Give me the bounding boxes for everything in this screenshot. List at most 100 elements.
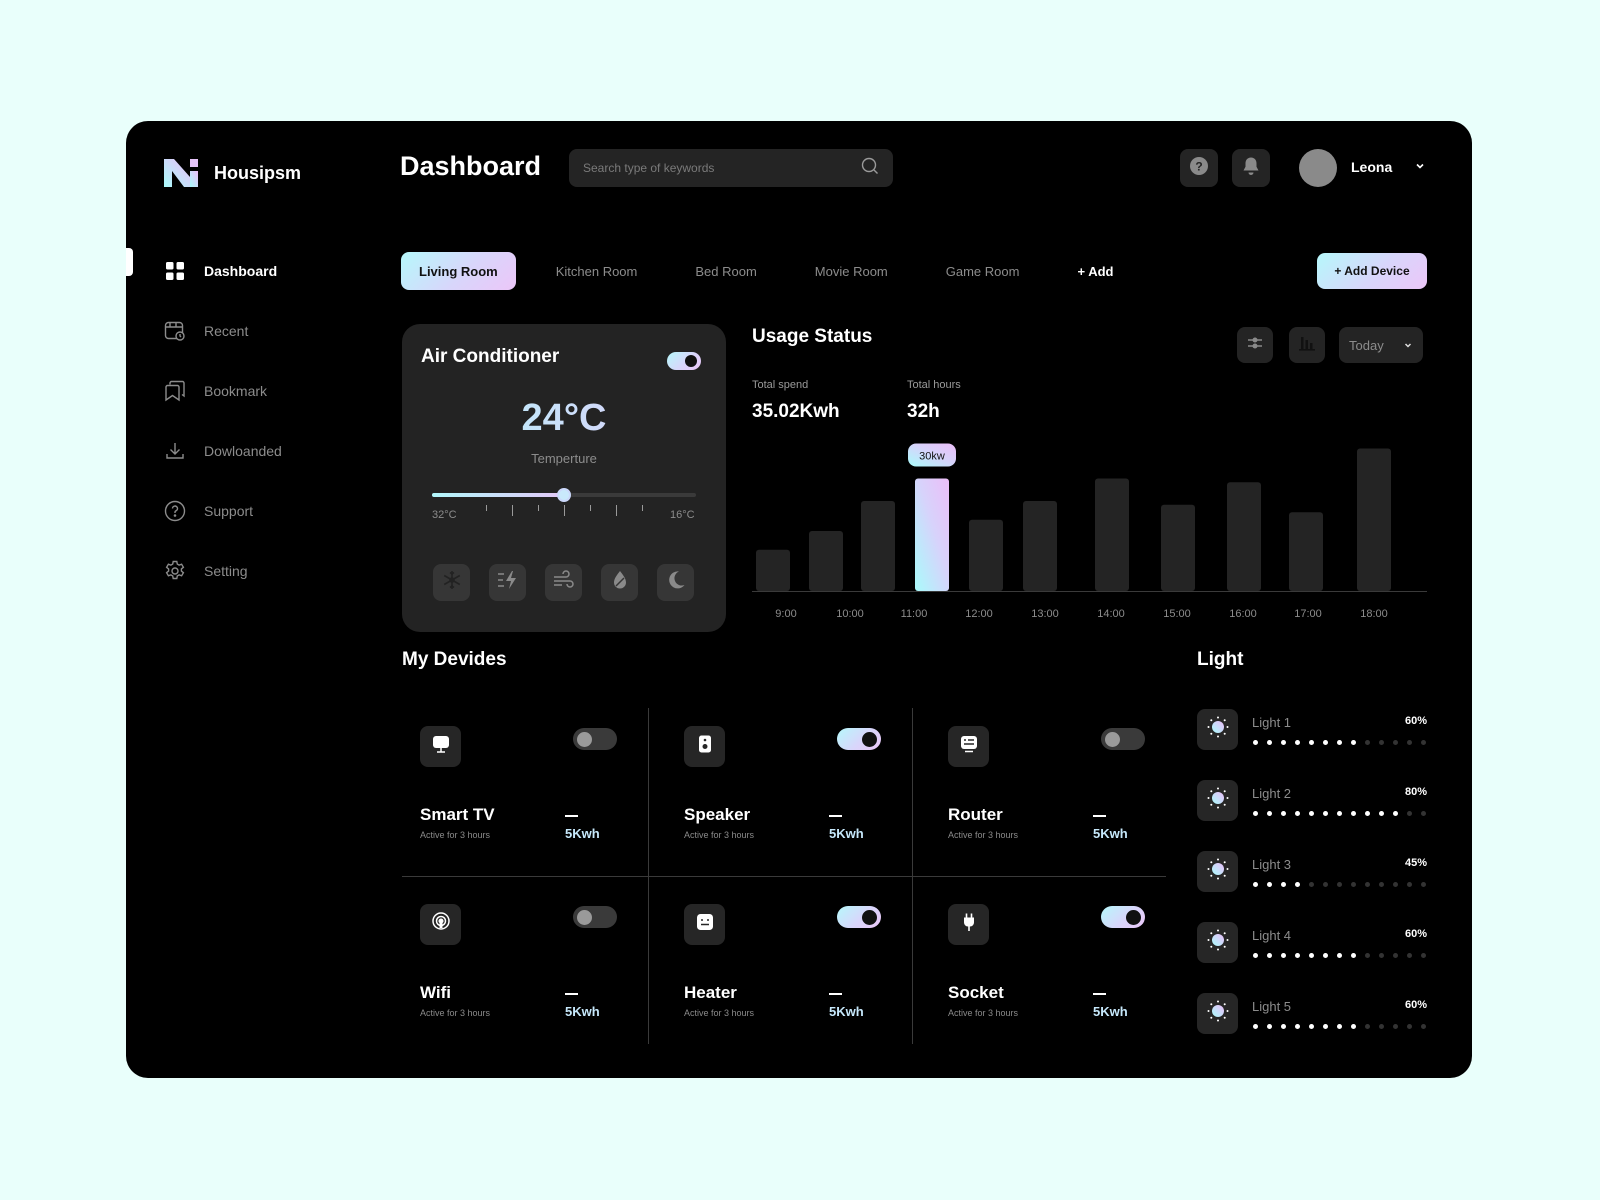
brightness-dot[interactable] [1407,882,1412,887]
brightness-dot[interactable] [1281,811,1286,816]
device-card[interactable]: Smart TV Active for 3 hours 5Kwh [402,708,657,876]
device-power-toggle[interactable] [573,728,617,750]
brightness-dot[interactable] [1267,811,1272,816]
brightness-dot[interactable] [1309,953,1314,958]
mode-fan-button[interactable] [545,564,582,601]
brightness-dot[interactable] [1337,740,1342,745]
bar-highlighted[interactable] [915,478,949,592]
brightness-dot[interactable] [1323,882,1328,887]
brightness-dot[interactable] [1337,882,1342,887]
bar[interactable] [861,501,895,591]
brightness-dot[interactable] [1393,882,1398,887]
brightness-slider[interactable] [1253,740,1426,745]
brightness-slider[interactable] [1253,1024,1426,1029]
bar[interactable] [1095,478,1129,592]
brightness-dot[interactable] [1295,740,1300,745]
sidebar-item-recent[interactable]: Recent [164,301,282,361]
brightness-dot[interactable] [1407,1024,1412,1029]
brightness-dot[interactable] [1379,953,1384,958]
brightness-dot[interactable] [1337,1024,1342,1029]
device-card[interactable]: Wifi Active for 3 hours 5Kwh [402,886,657,1054]
bar[interactable] [756,549,790,591]
bar[interactable] [1161,504,1195,591]
search-icon[interactable] [861,157,879,180]
add-room-button[interactable]: + Add [1059,252,1131,290]
light-toggle-button[interactable] [1197,922,1238,963]
brightness-dot[interactable] [1421,953,1426,958]
device-power-toggle[interactable] [573,906,617,928]
brightness-dot[interactable] [1351,882,1356,887]
sidebar-item-downloaded[interactable]: Dowloanded [164,421,282,481]
brightness-dot[interactable] [1281,882,1286,887]
device-power-toggle[interactable] [1101,906,1145,928]
light-toggle-button[interactable] [1197,851,1238,892]
brightness-dot[interactable] [1379,882,1384,887]
brightness-dot[interactable] [1393,811,1398,816]
device-power-toggle[interactable] [1101,728,1145,750]
brightness-dot[interactable] [1253,1024,1258,1029]
bar[interactable] [969,519,1003,591]
brightness-dot[interactable] [1267,740,1272,745]
brightness-dot[interactable] [1309,882,1314,887]
mode-turbo-button[interactable] [489,564,526,601]
brand[interactable]: Housipsm [164,157,301,189]
mode-cool-button[interactable] [433,564,470,601]
brightness-dot[interactable] [1365,953,1370,958]
brightness-slider[interactable] [1253,811,1426,816]
help-button[interactable]: ? [1180,149,1218,187]
range-select[interactable]: Today [1339,327,1423,363]
brightness-dot[interactable] [1281,953,1286,958]
chevron-down-icon[interactable] [1414,159,1426,177]
brightness-dot[interactable] [1393,740,1398,745]
bar[interactable] [1289,512,1323,591]
light-toggle-button[interactable] [1197,709,1238,750]
brightness-dot[interactable] [1393,953,1398,958]
brightness-dot[interactable] [1393,1024,1398,1029]
brightness-dot[interactable] [1407,953,1412,958]
brightness-dot[interactable] [1253,740,1258,745]
mode-sleep-button[interactable] [657,564,694,601]
light-toggle-button[interactable] [1197,993,1238,1034]
brightness-dot[interactable] [1421,740,1426,745]
brightness-dot[interactable] [1407,740,1412,745]
device-card[interactable]: Heater Active for 3 hours 5Kwh [666,886,921,1054]
device-power-toggle[interactable] [837,728,881,750]
temperature-slider[interactable] [432,488,696,502]
brightness-dot[interactable] [1309,740,1314,745]
brightness-dot[interactable] [1365,882,1370,887]
ac-power-toggle[interactable] [667,352,701,370]
sidebar-item-setting[interactable]: Setting [164,541,282,601]
brightness-dot[interactable] [1407,811,1412,816]
tab-bed-room[interactable]: Bed Room [677,252,774,290]
brightness-dot[interactable] [1309,1024,1314,1029]
brightness-dot[interactable] [1365,1024,1370,1029]
brightness-dot[interactable] [1309,811,1314,816]
bar[interactable] [1357,448,1391,592]
brightness-dot[interactable] [1379,740,1384,745]
device-card[interactable]: Router Active for 3 hours 5Kwh [930,708,1185,876]
brightness-dot[interactable] [1253,811,1258,816]
device-power-toggle[interactable] [837,906,881,928]
tab-living-room[interactable]: Living Room [401,252,516,290]
bar[interactable] [809,531,843,591]
brightness-slider[interactable] [1253,882,1426,887]
brightness-dot[interactable] [1323,811,1328,816]
brightness-dot[interactable] [1267,953,1272,958]
brightness-dot[interactable] [1365,811,1370,816]
notifications-button[interactable] [1232,149,1270,187]
brightness-dot[interactable] [1379,1024,1384,1029]
brightness-dot[interactable] [1323,740,1328,745]
brightness-dot[interactable] [1421,811,1426,816]
brightness-dot[interactable] [1351,740,1356,745]
brightness-dot[interactable] [1351,1024,1356,1029]
bar[interactable] [1023,501,1057,591]
brightness-slider[interactable] [1253,953,1426,958]
bar[interactable] [1227,482,1261,591]
sidebar-item-dashboard[interactable]: Dashboard [164,241,282,301]
tab-kitchen-room[interactable]: Kitchen Room [538,252,656,290]
brightness-dot[interactable] [1267,1024,1272,1029]
brightness-dot[interactable] [1323,953,1328,958]
slider-thumb[interactable] [557,488,571,502]
brightness-dot[interactable] [1295,1024,1300,1029]
brightness-dot[interactable] [1253,953,1258,958]
